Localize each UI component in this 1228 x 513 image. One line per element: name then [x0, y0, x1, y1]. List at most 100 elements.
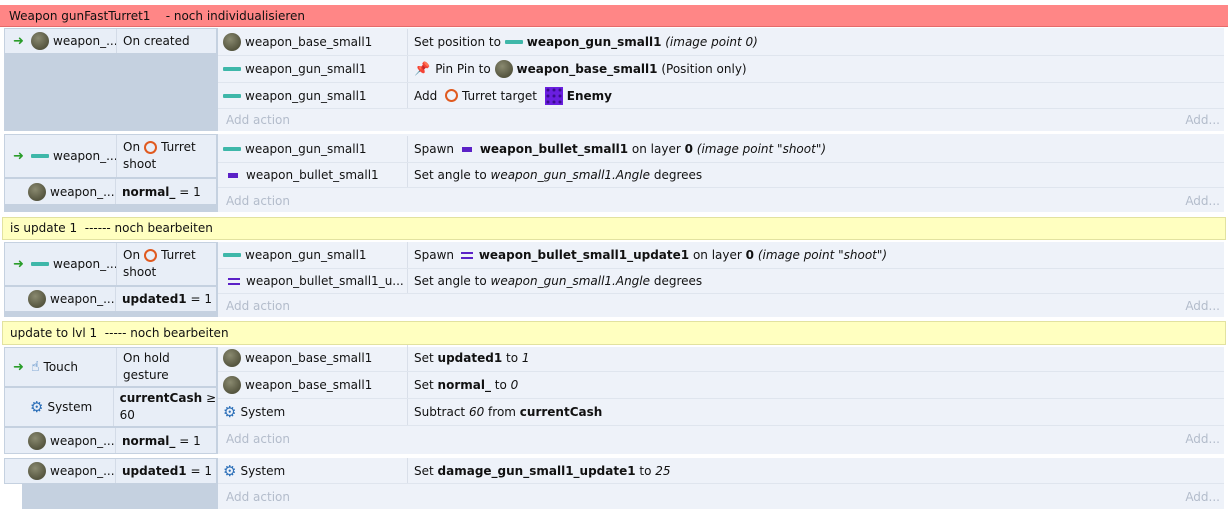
- action-text: Turret target: [462, 88, 541, 103]
- condition-text: = 1: [186, 464, 212, 478]
- action-param: (image point 0): [661, 35, 758, 49]
- action-set-position[interactable]: weapon_base_small1 Set position to weapo…: [218, 29, 1224, 56]
- condition-updated1[interactable]: weapon_... updated1 = 1: [4, 286, 217, 312]
- condition-variable: updated1: [122, 464, 187, 478]
- add-action-row-5[interactable]: Add action: [218, 486, 1224, 508]
- action-pin[interactable]: weapon_gun_small1 📌 Pin Pin to weapon_ba…: [218, 56, 1224, 83]
- action-param: 60: [468, 405, 485, 419]
- condition-normal-2[interactable]: weapon_... normal_ = 1: [4, 427, 217, 454]
- condition-turret-shoot[interactable]: ➜ weapon_... On Turret shoot: [4, 134, 217, 178]
- action-param: Enemy: [566, 88, 612, 103]
- condition-variable: currentCash: [119, 391, 203, 405]
- weapon-base-icon: [223, 349, 241, 367]
- condition-updated1-2[interactable]: weapon_... updated1 = 1: [4, 458, 217, 484]
- action-object: weapon_base_small1: [245, 35, 373, 49]
- action-object: weapon_base_small1: [245, 378, 373, 392]
- action-text: Set angle to: [414, 274, 491, 288]
- action-param: 1: [521, 351, 530, 365]
- bullet-icon: [461, 146, 472, 152]
- group-title: is update 1 ------ noch bearbeiten: [10, 221, 213, 235]
- add-action-link[interactable]: Add action: [218, 299, 290, 313]
- arrow-right-icon: ➜: [13, 33, 24, 49]
- gear-icon: ⚙: [30, 398, 44, 416]
- action-text: Subtract: [414, 405, 469, 419]
- action-spawn[interactable]: weapon_gun_small1 Spawn weapon_bullet_sm…: [218, 136, 1224, 163]
- add-button[interactable]: Add...: [1185, 432, 1220, 446]
- condition-variable: normal_: [122, 433, 176, 448]
- bullet-update-icon: [228, 277, 240, 285]
- weapon-base-icon: [28, 462, 46, 480]
- action-param: weapon_gun_small1.Angle: [490, 168, 651, 182]
- arrow-right-icon: ➜: [13, 148, 24, 164]
- condition-object: System: [47, 400, 93, 414]
- action-text: from: [484, 405, 520, 419]
- condition-text: On: [123, 140, 141, 154]
- action-set-damage[interactable]: ⚙ System Set damage_gun_small1_update1 t…: [218, 458, 1224, 484]
- add-action-link[interactable]: Add action: [218, 432, 290, 446]
- add-action-link[interactable]: Add action: [218, 194, 290, 208]
- action-object: System: [240, 405, 286, 419]
- action-set-angle-2[interactable]: weapon_bullet_small1_u... Set angle to w…: [218, 269, 1224, 294]
- add-action-link[interactable]: Add action: [218, 113, 290, 127]
- condition-text: shoot: [123, 265, 157, 279]
- add-action-row-3[interactable]: Add action: [218, 295, 1224, 317]
- condition-object: weapon_...: [50, 433, 115, 448]
- add-action-row-2[interactable]: Add action: [218, 190, 1224, 212]
- action-set-updated1[interactable]: weapon_base_small1 Set updated1 to 1: [218, 345, 1224, 372]
- weapon-gun-icon: [223, 253, 241, 257]
- add-button[interactable]: Add...: [1185, 299, 1220, 313]
- action-text: on layer: [628, 142, 685, 156]
- condition-text: = 1: [175, 184, 201, 199]
- enemy-icon: [544, 86, 563, 105]
- pin-icon: 📌: [414, 61, 431, 77]
- action-param: normal_: [437, 378, 491, 392]
- group-title: Weapon gunFastTurret1 - noch individuali…: [9, 9, 306, 23]
- action-object: weapon_gun_small1: [245, 62, 367, 76]
- action-set-normal[interactable]: weapon_base_small1 Set normal_ to 0: [218, 372, 1224, 399]
- condition-turret-shoot-2[interactable]: ➜ weapon_... On Turret shoot: [4, 242, 217, 286]
- add-button[interactable]: Add...: [1185, 194, 1220, 208]
- action-subtract-cash[interactable]: ⚙ System Subtract 60 from currentCash: [218, 399, 1224, 426]
- action-text: on layer: [689, 248, 746, 262]
- condition-text: gesture: [123, 368, 169, 382]
- group-header-update[interactable]: is update 1 ------ noch bearbeiten: [2, 217, 1226, 240]
- condition-on-created[interactable]: ➜ weapon_... On created: [4, 28, 217, 54]
- action-set-angle[interactable]: weapon_bullet_small1 Set angle to weapon…: [218, 163, 1224, 188]
- arrow-right-icon: ➜: [13, 256, 24, 272]
- weapon-base-icon: [494, 60, 513, 78]
- action-text: Pin Pin to: [435, 62, 495, 76]
- add-button[interactable]: Add...: [1185, 113, 1220, 127]
- action-text: to: [490, 378, 511, 392]
- action-object: weapon_base_small1: [245, 351, 373, 365]
- add-button[interactable]: Add...: [1185, 490, 1220, 504]
- weapon-gun-icon: [223, 67, 241, 71]
- action-param: (Position only): [657, 62, 747, 76]
- condition-text: = 1: [186, 292, 212, 306]
- add-action-row-1[interactable]: Add action: [218, 109, 1224, 131]
- action-param: weapon_gun_small1: [526, 35, 662, 49]
- condition-object: weapon_...: [50, 184, 115, 199]
- condition-touch-hold[interactable]: ➜ ☝ Touch On hold gesture: [4, 347, 217, 387]
- action-param: weapon_base_small1: [516, 62, 658, 76]
- condition-object: weapon_...: [53, 149, 117, 163]
- condition-text: On: [123, 248, 141, 262]
- gear-icon: ⚙: [223, 403, 237, 421]
- group-header-lvl[interactable]: update to lvl 1 ----- noch bearbeiten: [2, 321, 1226, 345]
- add-action-row-4[interactable]: Add action: [218, 428, 1224, 450]
- action-param: weapon_bullet_small1_update1: [478, 248, 690, 262]
- action-spawn-update[interactable]: weapon_gun_small1 Spawn weapon_bullet_sm…: [218, 242, 1224, 269]
- action-param: (image point "shoot"): [692, 142, 827, 156]
- turret-icon: [445, 89, 459, 102]
- weapon-gun-icon: [31, 262, 49, 266]
- condition-variable: updated1: [122, 292, 187, 306]
- group-header-weapon[interactable]: Weapon gunFastTurret1 - noch individuali…: [0, 5, 1228, 27]
- condition-normal[interactable]: weapon_... normal_ = 1: [4, 178, 217, 205]
- condition-text: On hold: [123, 351, 170, 365]
- action-param: 0: [510, 378, 519, 392]
- condition-current-cash[interactable]: ⚙ System currentCash ≥ 60: [4, 387, 217, 427]
- add-action-link[interactable]: Add action: [218, 490, 290, 504]
- action-text: Set: [414, 463, 438, 478]
- action-add-target[interactable]: weapon_gun_small1 Add Turret target Enem…: [218, 83, 1224, 109]
- condition-variable: normal_: [122, 184, 176, 199]
- action-text: Set angle to: [414, 168, 491, 182]
